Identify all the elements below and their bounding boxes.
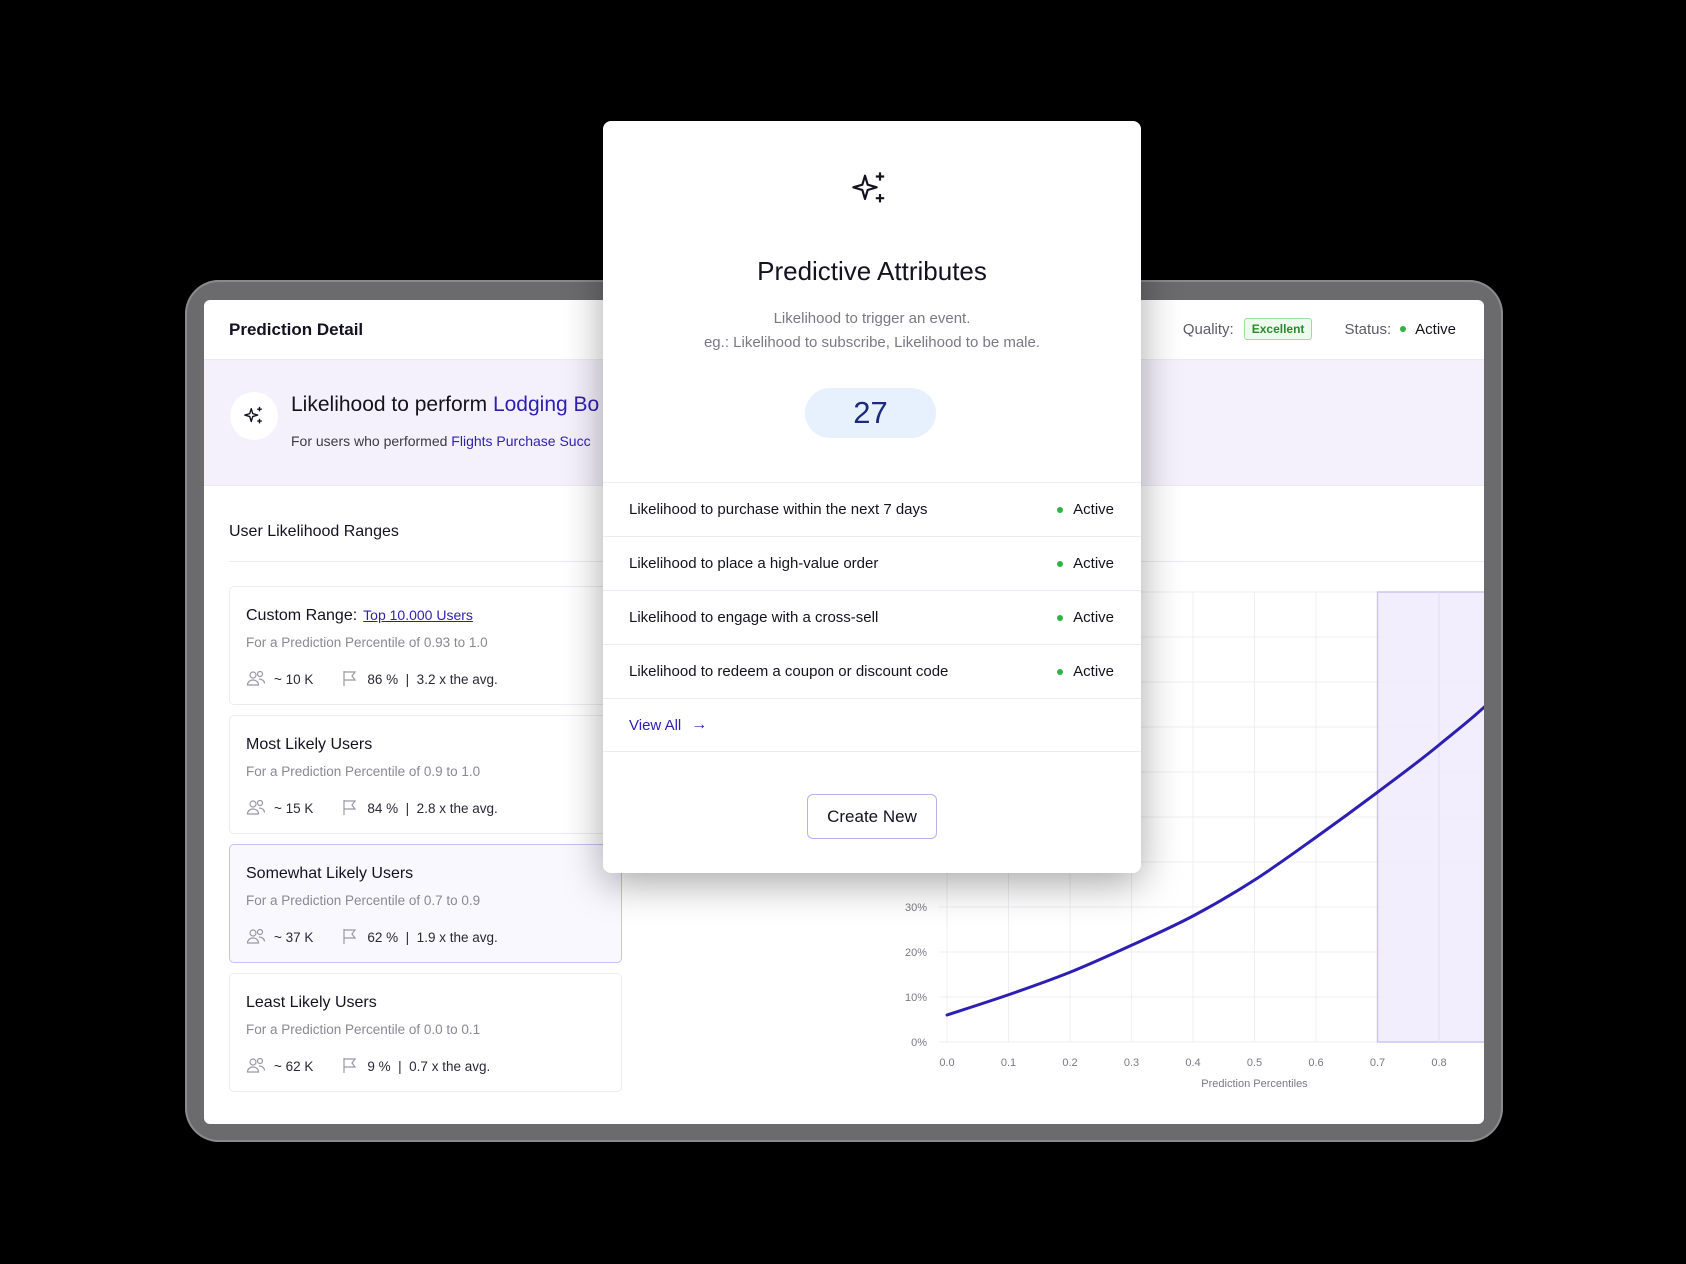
y-tick-label: 30% [905, 902, 927, 914]
users-icon [246, 798, 274, 819]
range-card-title-text: Least Likely Users [246, 994, 377, 1011]
quality-badge: Excellent [1243, 318, 1313, 340]
create-new-button[interactable]: Create New [807, 794, 937, 839]
status-value: Active [1415, 320, 1456, 338]
status-dot-icon [1057, 614, 1064, 621]
range-card-users: ~ 62 K [274, 1059, 314, 1074]
attribute-status: Active [1073, 501, 1114, 518]
range-card-stats: ~ 62 K 9 % | 0.7 x the avg. [246, 1056, 490, 1077]
x-tick-label: 0.8 [1431, 1057, 1446, 1069]
prediction-source-link[interactable]: Flights Purchase Succ [451, 433, 590, 449]
attribute-label: Likelihood to engage with a cross-sell [629, 609, 879, 626]
range-card[interactable]: Least Likely Users For a Prediction Perce… [229, 973, 622, 1092]
prediction-subtitle: For users who performed Flights Purchase… [291, 433, 591, 449]
header-meta: Quality: Excellent Status: Active [1183, 318, 1456, 340]
x-axis-label: Prediction Percentiles [1201, 1078, 1308, 1090]
attribute-label: Likelihood to redeem a coupon or discoun… [629, 663, 949, 680]
range-card-stat: 84 % | 2.8 x the avg. [367, 801, 498, 816]
x-tick-label: 0.1 [1001, 1057, 1016, 1069]
quality-label: Quality: [1182, 320, 1234, 338]
range-card-subtitle: For a Prediction Percentile of 0.7 to 0.… [246, 893, 481, 908]
prediction-sub-prefix: For users who performed [291, 433, 452, 449]
y-tick-label: 0% [911, 1037, 927, 1049]
status-label: Status: [1344, 320, 1392, 338]
range-card-stats: ~ 10 K 86 % | 3.2 x the avg. [246, 669, 498, 690]
range-card-subtitle: For a Prediction Percentile of 0.93 to 1… [246, 635, 488, 650]
range-card-title: Most Likely Users [246, 736, 372, 754]
x-tick-label: 0.2 [1062, 1057, 1077, 1069]
modal-desc-line-2: eg.: Likelihood to subscribe, Likelihood… [703, 334, 1041, 351]
attribute-list: Likelihood to purchase within the next 7… [603, 482, 1141, 752]
flag-icon [341, 798, 367, 819]
arrow-right-icon: → [691, 716, 708, 733]
attribute-label: Likelihood to purchase within the next 7… [629, 501, 928, 518]
range-card-stat: 9 % | 0.7 x the avg. [367, 1059, 491, 1074]
y-tick-label: 10% [905, 992, 927, 1004]
x-tick-label: 0.0 [939, 1057, 954, 1069]
range-card-title-text: Most Likely Users [246, 736, 373, 753]
range-card-users: ~ 37 K [274, 930, 314, 945]
range-card-stat: 86 % | 3.2 x the avg. [367, 672, 498, 687]
range-card[interactable]: Most Likely Users For a Prediction Percen… [229, 715, 622, 834]
status-dot-icon [1400, 326, 1407, 332]
range-card-subtitle: For a Prediction Percentile of 0.9 to 1.… [246, 764, 481, 779]
users-icon [246, 1056, 274, 1077]
prediction-title: Likelihood to perform Lodging Bo [291, 393, 599, 417]
status-dot-icon [1057, 506, 1064, 513]
range-card-stats: ~ 15 K 84 % | 2.8 x the avg. [246, 798, 498, 819]
view-all-label: View All [629, 716, 682, 734]
range-card-users: ~ 10 K [274, 672, 314, 687]
list-item[interactable]: Likelihood to place a high-value order Ac… [603, 536, 1141, 590]
y-tick-label: 20% [905, 947, 927, 959]
range-card[interactable]: Somewhat Likely Users For a Prediction Pe… [229, 844, 622, 963]
x-tick-label: 0.7 [1370, 1057, 1385, 1069]
view-all-link[interactable]: View All → [603, 698, 1141, 752]
attribute-status: Active [1073, 555, 1114, 572]
modal-description: Likelihood to trigger an event. eg.: Lik… [603, 307, 1141, 355]
prediction-event-link[interactable]: Lodging Bo [493, 393, 599, 416]
attribute-status: Active [1073, 609, 1114, 626]
flag-icon [341, 669, 367, 690]
status-dot-icon [1057, 668, 1064, 675]
modal-title: Predictive Attributes [757, 256, 987, 286]
range-card-title-text: Custom Range: [246, 607, 358, 624]
ranges-title: User Likelihood Ranges [229, 523, 399, 540]
users-icon [246, 669, 274, 690]
range-card-users: ~ 15 K [274, 801, 314, 816]
range-card[interactable]: Custom Range: Top 10.000 Users For a Predi… [229, 586, 622, 705]
range-card-stat: 62 % | 1.9 x the avg. [367, 930, 498, 945]
highlight-range [1376, 591, 1484, 1043]
range-card-subtitle: For a Prediction Percentile of 0.0 to 0.… [246, 1022, 481, 1037]
attribute-status: Active [1073, 663, 1114, 680]
page-title: Prediction Detail [229, 320, 364, 339]
attribute-count: 27 [805, 388, 936, 438]
status-dot-icon [1057, 560, 1064, 567]
modal-desc-line-1: Likelihood to trigger an event. [773, 310, 971, 327]
x-tick-label: 0.5 [1247, 1057, 1262, 1069]
range-card-title: Custom Range: Top 10.000 Users [246, 607, 473, 625]
list-item[interactable]: Likelihood to redeem a coupon or discoun… [603, 644, 1141, 698]
sparkle-icon [230, 392, 278, 440]
range-card-stats: ~ 37 K 62 % | 1.9 x the avg. [246, 927, 498, 948]
list-item[interactable]: Likelihood to engage with a cross-sell Ac… [603, 590, 1141, 644]
flag-icon [341, 1056, 367, 1077]
x-tick-label: 0.4 [1185, 1057, 1200, 1069]
attribute-label: Likelihood to place a high-value order [629, 555, 879, 572]
range-card-title: Somewhat Likely Users [246, 865, 413, 883]
users-icon [246, 927, 274, 948]
sparkle-icon [850, 169, 890, 214]
flag-icon [341, 927, 367, 948]
list-item[interactable]: Likelihood to purchase within the next 7… [603, 482, 1141, 536]
x-tick-label: 0.3 [1124, 1057, 1139, 1069]
range-card-title-text: Somewhat Likely Users [246, 865, 414, 882]
range-card-title: Least Likely Users [246, 994, 377, 1012]
prediction-title-prefix: Likelihood to perform [291, 393, 493, 416]
range-card-link[interactable]: Top 10.000 Users [363, 607, 473, 623]
predictive-attributes-modal: Predictive Attributes Likelihood to trig… [603, 121, 1141, 873]
x-tick-label: 0.6 [1308, 1057, 1323, 1069]
